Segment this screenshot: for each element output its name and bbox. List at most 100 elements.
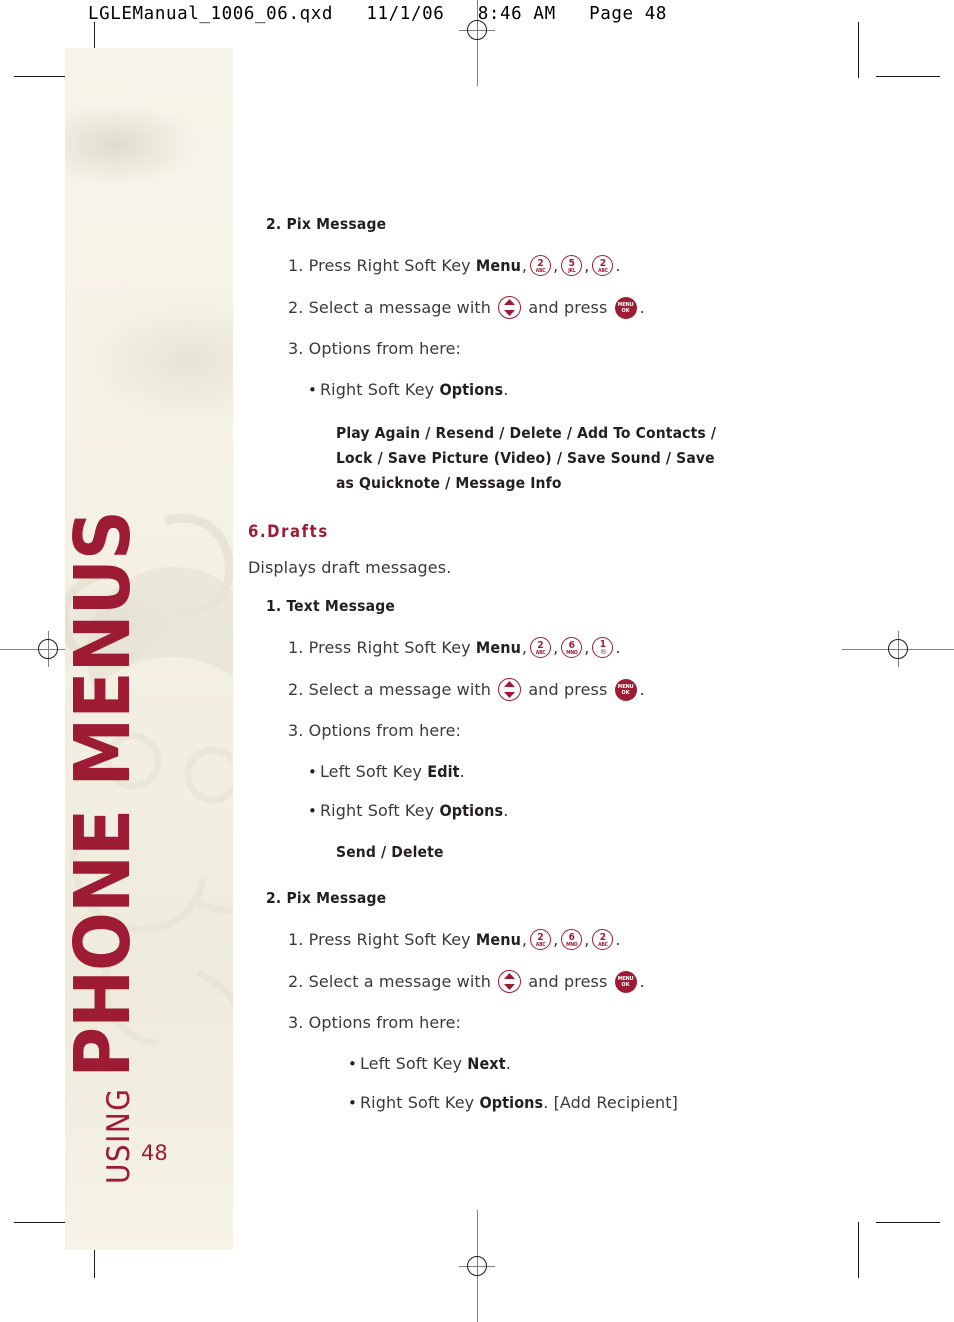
bullet-bold-label: Options: [479, 1093, 544, 1113]
step-trailing: .: [615, 638, 621, 658]
bullet-text: Left Soft Key: [359, 1054, 463, 1074]
step-item: 3. Options from here:: [288, 1013, 848, 1032]
step-number: 1.: [288, 930, 304, 950]
bullet-text: Left Soft Key: [319, 762, 423, 782]
step-item: 2. Select a message with and press MENU …: [288, 970, 848, 994]
menu-ok-key-icon: MENU OK: [614, 296, 637, 319]
bullet-bold-label: Options: [439, 380, 504, 399]
decorative-watermark-illustration: [65, 513, 233, 1047]
subsection-heading: 1. Text Message: [266, 597, 396, 616]
step-item: 2. Select a message with and press MENU …: [288, 678, 848, 702]
step-item: 1. Press Right Soft Key Menu, 2 ABC , 6 …: [288, 929, 621, 951]
options-line: as Quicknote / Message Info: [336, 474, 562, 493]
step-text: Press Right Soft Key: [308, 256, 471, 275]
bullet-dot-icon: •: [348, 1094, 357, 1113]
registration-mark-right: [842, 631, 954, 667]
step-item: 2. Select a message with and press MENU …: [288, 296, 848, 319]
bullet-item: • Left Soft Key Edit.: [308, 762, 848, 781]
step-number: 2.: [288, 680, 304, 700]
step-text: and press: [528, 972, 608, 992]
bullet-item: • Right Soft Key Options.: [308, 801, 848, 820]
step-number: 3.: [288, 1013, 304, 1033]
envelope-icon: ✉: [600, 648, 606, 657]
step-number: 1.: [288, 256, 304, 275]
bullet-dot-icon: •: [308, 381, 317, 399]
crop-mark-bottom-right-v: [858, 1222, 859, 1278]
bullet-bold-label: Next: [467, 1054, 506, 1074]
step-text: and press: [528, 680, 608, 700]
step-number: 2.: [288, 972, 304, 992]
step-trailing: .: [639, 680, 645, 700]
menu-ok-key-icon: MENU OK: [614, 678, 637, 701]
crop-mark-top-right-h: [876, 76, 940, 77]
bullet-trailing: .: [503, 380, 509, 399]
bullet-text: Right Soft Key: [319, 380, 435, 399]
step-trailing: .: [615, 930, 621, 950]
step-number: 2.: [288, 298, 304, 317]
step-bold-label: Menu: [475, 638, 521, 658]
bullet-dot-icon: •: [348, 1055, 357, 1074]
menu-ok-key-icon: MENU OK: [614, 970, 637, 993]
chapter-sidebar: USING PHONE MENUS 48: [65, 48, 233, 1250]
options-list: Send / Delete: [336, 840, 848, 865]
phone-key-5-jkl-icon: 5 JKL: [561, 255, 583, 276]
bullet-trailing: . [Add Recipient]: [543, 1093, 678, 1113]
step-text: Press Right Soft Key: [308, 638, 471, 658]
section-drafts: 6.Drafts Displays draft messages.: [248, 522, 848, 577]
bullet-text: Right Soft Key: [359, 1093, 475, 1113]
page-number: 48: [141, 1141, 168, 1165]
options-list: Play Again / Resend / Delete / Add To Co…: [336, 421, 848, 496]
options-line: Send / Delete: [336, 843, 444, 862]
step-item: 1. Press Right Soft Key Menu, 2 ABC , 6 …: [288, 637, 621, 659]
step-text: Select a message with: [308, 972, 492, 992]
crop-mark-bottom-right-h: [876, 1222, 940, 1223]
up-down-nav-key-icon: [498, 678, 522, 702]
bullet-trailing: .: [459, 762, 465, 782]
step-text: Select a message with: [308, 680, 492, 700]
bullet-bold-label: Edit: [427, 762, 460, 782]
crop-mark-top-right-v: [858, 22, 859, 78]
up-down-nav-key-icon: [498, 970, 522, 994]
step-trailing: .: [639, 972, 645, 992]
bullet-dot-icon: •: [308, 802, 317, 821]
step-text: Press Right Soft Key: [308, 930, 471, 950]
options-line: Play Again / Resend / Delete / Add To Co…: [336, 424, 717, 442]
phone-key-6-mno-icon: 6 MNO: [561, 929, 583, 951]
bullet-dot-icon: •: [308, 763, 317, 782]
step-bold-label: Menu: [475, 930, 521, 950]
section-text-message: 1. Text Message 1. Press Right Soft Key …: [248, 597, 848, 865]
subsection-heading: 2. Pix Message: [266, 889, 387, 908]
step-trailing: .: [615, 256, 621, 275]
phone-key-2-abc-icon: 2 ABC: [592, 929, 614, 951]
bullet-item: • Left Soft Key Next.: [348, 1054, 848, 1073]
prepress-header-text: LGLEManual_1006_06.qxd 11/1/06 8:46 AM P…: [88, 4, 668, 24]
step-text: Options from here:: [308, 721, 462, 741]
section-pix-message-bottom: 2. Pix Message 1. Press Right Soft Key M…: [248, 889, 848, 1112]
phone-key-2-abc-icon: 2 ABC: [592, 255, 614, 276]
section-heading-drafts: 6.Drafts: [248, 522, 329, 542]
phone-key-1-envelope-icon: 1 ✉: [592, 637, 614, 659]
step-number: 3.: [288, 339, 304, 358]
step-number: 3.: [288, 721, 304, 741]
step-text: and press: [528, 298, 608, 317]
step-text: Options from here:: [308, 1013, 462, 1033]
step-item: 3. Options from here:: [288, 339, 848, 358]
step-bold-label: Menu: [475, 256, 521, 275]
phone-key-2-abc-icon: 2 ABC: [530, 255, 552, 276]
bullet-trailing: .: [503, 801, 509, 821]
phone-key-2-abc-icon: 2 ABC: [530, 637, 552, 659]
bullet-text: Right Soft Key: [319, 801, 435, 821]
bullet-trailing: .: [505, 1054, 511, 1074]
step-item: 1. Press Right Soft Key Menu, 2 ABC , 5 …: [288, 255, 621, 276]
registration-mark-left: [0, 631, 104, 667]
section-pix-message-top: 2. Pix Message 1. Press Right Soft Key M…: [248, 215, 848, 496]
step-number: 1.: [288, 638, 304, 658]
main-content-column: 2. Pix Message 1. Press Right Soft Key M…: [248, 215, 848, 1112]
section-description: Displays draft messages.: [248, 558, 452, 578]
bullet-bold-label: Options: [439, 801, 504, 821]
registration-mark-bottom: [459, 1210, 495, 1322]
step-item: 3. Options from here:: [288, 721, 848, 740]
bullet-item: • Right Soft Key Options.: [308, 380, 848, 399]
phone-key-6-mno-icon: 6 MNO: [561, 637, 583, 659]
phone-key-2-abc-icon: 2 ABC: [530, 929, 552, 951]
